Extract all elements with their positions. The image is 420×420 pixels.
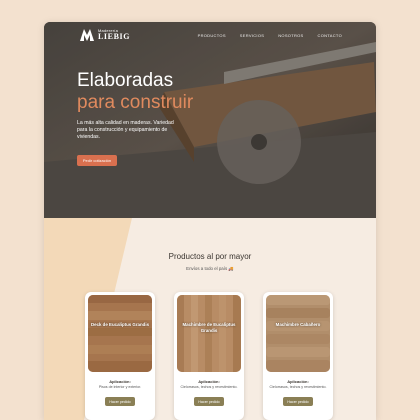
hero-section: Maderería LIEBIG PRODUCTOS SERVICIOS NOS… bbox=[44, 22, 376, 218]
quote-request-button[interactable]: Pedir cotización bbox=[77, 155, 117, 166]
order-button[interactable]: Hacer pedido bbox=[105, 397, 135, 406]
product-application-text: Cielorrasos, techos y revestimiento. bbox=[180, 385, 238, 389]
product-application-title: Aplicación: bbox=[287, 379, 309, 384]
hero-title-line1: Elaboradas bbox=[77, 70, 174, 91]
nav-link-productos[interactable]: PRODUCTOS bbox=[198, 33, 226, 38]
website-page: Maderería LIEBIG PRODUCTOS SERVICIOS NOS… bbox=[44, 22, 376, 420]
logo-name: LIEBIG bbox=[98, 32, 131, 41]
product-card: Machimbre Cabañero Aplicación: Cielorras… bbox=[263, 292, 333, 420]
top-nav: Maderería LIEBIG PRODUCTOS SERVICIOS NOS… bbox=[44, 22, 376, 52]
product-image-machimbre-cabanero bbox=[266, 295, 330, 372]
nav-links: PRODUCTOS SERVICIOS NOSOTROS CONTACTO bbox=[198, 33, 342, 38]
hero-title-line2: para construir bbox=[77, 92, 194, 113]
hero-title: Elaboradas para construir bbox=[77, 70, 193, 114]
logo[interactable]: Maderería LIEBIG bbox=[80, 29, 130, 41]
nav-link-nosotros[interactable]: NOSOTROS bbox=[278, 33, 303, 38]
products-title: Productos al por mayor bbox=[168, 252, 252, 261]
product-card: Machimbre de Eucaliptus Grandis Aplicaci… bbox=[174, 292, 244, 420]
products-subtitle: Envíos a todo el país 🚚 bbox=[186, 266, 234, 271]
product-name: Machimbre de Eucaliptus Grandis bbox=[182, 322, 236, 333]
product-application-title: Aplicación: bbox=[198, 379, 220, 384]
logo-icon bbox=[80, 29, 94, 41]
product-application-text: Pisos de interior y exterior. bbox=[98, 385, 142, 389]
order-button[interactable]: Hacer pedido bbox=[194, 397, 224, 406]
nav-link-contacto[interactable]: CONTACTO bbox=[318, 33, 342, 38]
product-application-text: Cielorrasos, techos y revestimiento. bbox=[269, 385, 327, 389]
product-name: Deck de Eucaliptus Grandis bbox=[90, 322, 150, 327]
hero-description: La más alta calidad en maderas. Variedad… bbox=[77, 120, 174, 140]
product-image-deck bbox=[88, 295, 152, 372]
order-button[interactable]: Hacer pedido bbox=[283, 397, 313, 406]
product-card: Deck de Eucaliptus Grandis Aplicación: P… bbox=[85, 292, 155, 420]
nav-link-servicios[interactable]: SERVICIOS bbox=[240, 33, 264, 38]
product-application-title: Aplicación: bbox=[109, 379, 131, 384]
product-name: Machimbre Cabañero bbox=[275, 322, 321, 327]
product-image-machimbre-eucaliptus bbox=[177, 295, 241, 372]
